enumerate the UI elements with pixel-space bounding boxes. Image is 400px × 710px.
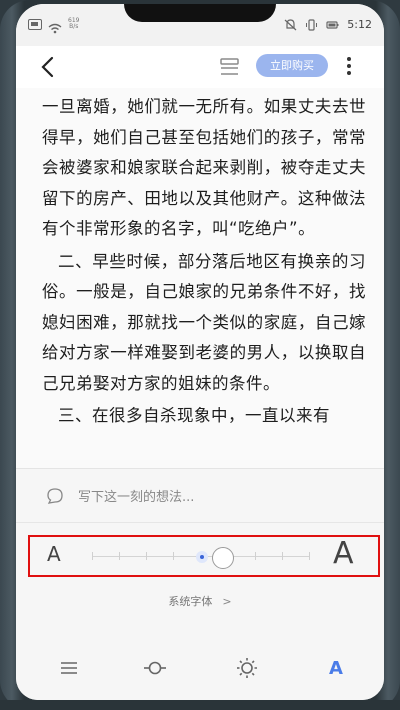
clock: 5:12 [347,18,372,31]
slider-tick [255,552,256,560]
wifi-icon [48,19,62,33]
slider-thumb[interactable] [212,547,234,569]
paragraph: 二、早些时候，部分落后地区有换亲的习俗。一般是，自己娘家的兄弟条件不好，找媳妇困… [42,251,366,393]
more-dot-icon [347,64,351,68]
chevron-right-icon: > [222,595,232,608]
comment-icon [47,487,63,504]
reading-content[interactable]: 一旦离婚，她们就一无所有。如果丈夫去世得早，她们自己甚至包括她们的孩子，常常会被… [16,88,384,468]
screen: 619 B/s 5:12 立即购买 一旦离婚，她们就一无所有。如果丈夫去世得早，… [16,4,384,700]
menu-button[interactable] [54,653,84,683]
comment-input-row[interactable]: 写下这一刻的想法... [16,469,384,523]
sun-icon [237,658,257,678]
more-dot-icon [347,71,351,75]
more-options-button[interactable] [341,54,357,78]
nav-bar: 立即购买 [16,46,384,88]
decrease-font-button[interactable]: A [47,542,61,566]
slider-tick [146,552,147,560]
battery-icon [326,20,339,29]
system-font-label: 系统字体 [168,595,213,608]
slider-default-marker [196,551,208,563]
paragraph: 一旦离婚，她们就一无所有。如果丈夫去世得早，她们自己甚至包括她们的孩子，常常会被… [42,97,366,238]
progress-icon [144,661,166,675]
vibrate-icon [306,18,318,31]
slider-tick [119,552,120,560]
phone-bottom-bezel [0,700,400,710]
back-button[interactable] [34,54,60,80]
sim-icon [28,18,42,30]
buy-now-button[interactable]: 立即购买 [256,54,328,77]
font-settings-label: A [329,657,343,679]
slider-tick [173,552,174,560]
brightness-button[interactable] [232,653,262,683]
font-size-control: A A [28,535,380,577]
table-of-contents-button[interactable] [218,55,242,79]
slider-tick [309,552,310,560]
increase-font-button[interactable]: A [333,536,354,571]
chevron-left-icon [41,56,54,78]
progress-button[interactable] [140,653,170,683]
paragraph: 三、在很多自杀现象中，一直以来有 [58,406,330,425]
toc-icon [220,58,239,75]
system-font-button[interactable]: 系统字体 > [16,593,384,613]
font-size-slider[interactable] [92,547,310,569]
slider-tick [282,552,283,560]
font-settings-button[interactable]: A [321,653,351,683]
menu-icon [61,662,77,674]
bottom-toolbar: A [16,645,384,695]
camera-notch [124,4,276,22]
comment-placeholder: 写下这一刻的想法... [78,490,195,505]
slider-tick [92,552,93,560]
more-dot-icon [347,57,351,61]
mute-icon [284,18,297,30]
settings-panel: 写下这一刻的想法... A A 系统字体 > A [16,468,384,700]
network-speed: 619 B/s [68,17,80,30]
